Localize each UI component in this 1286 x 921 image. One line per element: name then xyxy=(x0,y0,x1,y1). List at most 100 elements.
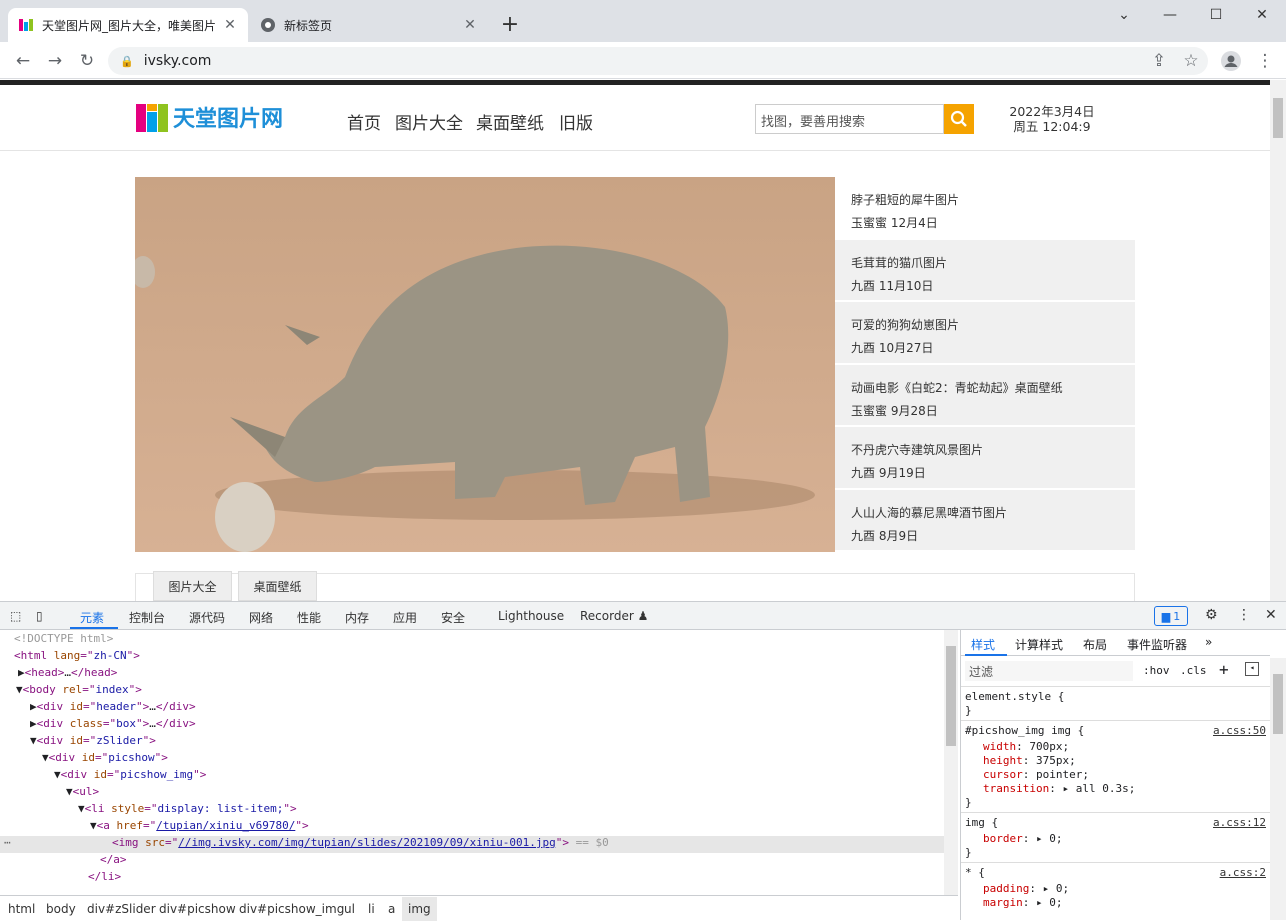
tab-bizhi[interactable]: 桌面壁纸 xyxy=(238,571,317,601)
rule-universal-selector[interactable]: * { xyxy=(965,866,985,879)
tab-tupian[interactable]: 图片大全 xyxy=(153,571,232,601)
decl-height[interactable]: height: 375px; xyxy=(983,754,1076,767)
tab-computed[interactable]: 计算样式 xyxy=(1015,636,1063,653)
page-scrollbar[interactable] xyxy=(1270,80,1286,601)
img-src-link[interactable]: //img.ivsky.com/img/tupian/slides/202109… xyxy=(178,836,556,849)
dom-node-html[interactable]: <html lang="zh-CN"> xyxy=(14,649,944,666)
decl-border[interactable]: border: ▸ 0; xyxy=(983,832,1063,845)
add-rule-icon[interactable]: + xyxy=(1219,660,1229,679)
share-icon[interactable]: ⇪ xyxy=(1146,48,1172,74)
list-item[interactable]: 不丹虎穴寺建筑风景图片 九酉 9月19日 xyxy=(835,427,1135,490)
browser-tab-active[interactable]: 天堂图片网_图片大全，唯美图片 ✕ xyxy=(8,8,248,42)
site-logo[interactable]: 天堂图片网 xyxy=(135,99,305,135)
crumb-html[interactable]: html xyxy=(8,902,35,916)
rule-picshow-selector[interactable]: #picshow_img img { xyxy=(965,724,1084,737)
list-item[interactable]: 毛茸茸的猫爪图片 九酉 11月10日 xyxy=(835,240,1135,302)
profile-avatar-icon[interactable] xyxy=(1218,48,1244,74)
tab-security[interactable]: 安全 xyxy=(441,609,465,626)
tab-styles[interactable]: 样式 xyxy=(971,636,995,653)
nav-old[interactable]: 旧版 xyxy=(559,109,593,134)
browser-tab[interactable]: 新标签页 ✕ xyxy=(250,8,488,42)
settings-gear-icon[interactable]: ⚙ xyxy=(1205,607,1218,623)
tab-application[interactable]: 应用 xyxy=(393,609,417,626)
rule-source-link[interactable]: a.css:50 xyxy=(1213,724,1266,737)
list-item[interactable]: 人山人海的慕尼黑啤酒节图片 九酉 8月9日 xyxy=(835,490,1135,552)
decl-width[interactable]: width: 700px; xyxy=(983,740,1069,753)
crumb-picshow-img[interactable]: div#picshow_img xyxy=(239,902,344,916)
close-window-icon[interactable]: ✕ xyxy=(1239,0,1285,30)
issues-badge[interactable]: ▆ 1 xyxy=(1154,606,1188,626)
search-button[interactable] xyxy=(944,104,974,134)
toggle-sidebar-icon[interactable]: ◂ xyxy=(1245,662,1259,676)
decl-margin[interactable]: margin: ▸ 0; xyxy=(983,896,1063,909)
decl-cursor[interactable]: cursor: pointer; xyxy=(983,768,1089,781)
forward-icon[interactable]: → xyxy=(42,48,68,74)
scrollbar-thumb[interactable] xyxy=(1273,98,1283,138)
back-icon[interactable]: ← xyxy=(10,48,36,74)
bookmark-star-icon[interactable]: ☆ xyxy=(1178,48,1204,74)
more-tabs-icon[interactable]: » xyxy=(1205,635,1212,649)
crumb-body[interactable]: body xyxy=(46,902,76,916)
nav-bizhi[interactable]: 桌面壁纸 xyxy=(476,109,544,134)
close-tab-icon[interactable]: ✕ xyxy=(462,17,478,33)
dom-node-a[interactable]: ▼<a href="/tupian/xiniu_v69780/"> xyxy=(90,819,944,836)
crumb-li[interactable]: li xyxy=(368,902,375,916)
tab-network[interactable]: 网络 xyxy=(249,609,273,626)
dom-node-a-close[interactable]: </a> xyxy=(100,853,944,870)
a-href-link[interactable]: /tupian/xiniu_v69780/ xyxy=(156,819,295,832)
dom-node-body[interactable]: ▼<body rel="index"> xyxy=(16,683,944,700)
elements-tree[interactable]: <!DOCTYPE html> <html lang="zh-CN"> ▶<he… xyxy=(0,630,944,895)
maximize-icon[interactable]: ☐ xyxy=(1193,0,1239,30)
list-item[interactable]: 动画电影《白蛇2：青蛇劫起》桌面壁纸 玉蜜蜜 9月28日 xyxy=(835,365,1135,427)
dom-node-ul[interactable]: ▼<ul> xyxy=(66,785,944,802)
rule-element-style[interactable]: element.style { xyxy=(965,690,1064,703)
nav-tupian[interactable]: 图片大全 xyxy=(395,109,463,134)
tab-elements[interactable]: 元素 xyxy=(80,609,104,626)
tab-layout[interactable]: 布局 xyxy=(1083,636,1107,653)
tab-memory[interactable]: 内存 xyxy=(345,609,369,626)
list-item[interactable]: 可爱的狗狗幼崽图片 九酉 10月27日 xyxy=(835,302,1135,365)
tab-event-listeners[interactable]: 事件监听器 xyxy=(1127,636,1187,653)
dom-node-box[interactable]: ▶<div class="box">…</div> xyxy=(30,717,944,734)
devtools-menu-icon[interactable]: ⋮ xyxy=(1237,607,1251,623)
cls-toggle[interactable]: .cls xyxy=(1180,664,1207,677)
dom-node-picshow-img[interactable]: ▼<div id="picshow_img"> xyxy=(54,768,944,785)
dom-node-doctype[interactable]: <!DOCTYPE html> xyxy=(14,632,944,649)
decl-padding[interactable]: padding: ▸ 0; xyxy=(983,882,1069,895)
close-devtools-icon[interactable]: ✕ xyxy=(1265,607,1277,623)
tab-recorder[interactable]: Recorder ♟ xyxy=(580,609,648,623)
dom-node-head[interactable]: ▶<head>…</head> xyxy=(18,666,944,683)
dom-node-header[interactable]: ▶<div id="header">…</div> xyxy=(30,700,944,717)
dom-node-img-selected[interactable]: ⋯ <img src="//img.ivsky.com/img/tupian/sl… xyxy=(0,836,944,853)
list-item[interactable]: 脖子粗短的犀牛图片 玉蜜蜜 12月4日 xyxy=(835,177,1135,240)
tab-lighthouse[interactable]: Lighthouse xyxy=(498,609,564,623)
slideshow-image[interactable] xyxy=(135,177,835,552)
crumb-picshow[interactable]: div#picshow xyxy=(159,902,236,916)
scrollbar-thumb[interactable] xyxy=(946,646,956,746)
crumb-img[interactable]: img xyxy=(402,897,437,921)
hov-toggle[interactable]: :hov xyxy=(1143,664,1170,677)
search-input[interactable]: 找图，要善用搜索 xyxy=(755,104,944,134)
tab-performance[interactable]: 性能 xyxy=(297,609,321,626)
styles-filter-input[interactable]: 过滤 xyxy=(965,661,1133,681)
crumb-a[interactable]: a xyxy=(388,902,395,916)
scrollbar-thumb[interactable] xyxy=(1273,674,1283,734)
menu-kebab-icon[interactable]: ⋮ xyxy=(1252,48,1278,74)
close-tab-icon[interactable]: ✕ xyxy=(222,17,238,33)
dom-node-li[interactable]: ▼<li style="display: list-item;"> xyxy=(78,802,944,819)
inspect-icon[interactable]: ⬚ xyxy=(10,609,21,623)
crumb-zslider[interactable]: div#zSlider xyxy=(87,902,156,916)
reload-icon[interactable]: ↻ xyxy=(74,48,100,74)
tab-console[interactable]: 控制台 xyxy=(129,609,165,626)
dom-node-zslider[interactable]: ▼<div id="zSlider"> xyxy=(30,734,944,751)
rule-source-link[interactable]: a.css:12 xyxy=(1213,816,1266,829)
dom-node-li-close[interactable]: </li> xyxy=(88,870,944,887)
styles-scrollbar[interactable] xyxy=(1270,658,1286,920)
nav-home[interactable]: 首页 xyxy=(347,109,381,134)
tab-search-icon[interactable]: ⌄ xyxy=(1101,0,1147,30)
rule-source-link[interactable]: a.css:2 xyxy=(1220,866,1266,879)
dom-node-picshow[interactable]: ▼<div id="picshow"> xyxy=(42,751,944,768)
tab-sources[interactable]: 源代码 xyxy=(189,609,225,626)
rule-img-selector[interactable]: img { xyxy=(965,816,998,829)
decl-transition[interactable]: transition: ▸ all 0.3s; xyxy=(983,782,1135,795)
